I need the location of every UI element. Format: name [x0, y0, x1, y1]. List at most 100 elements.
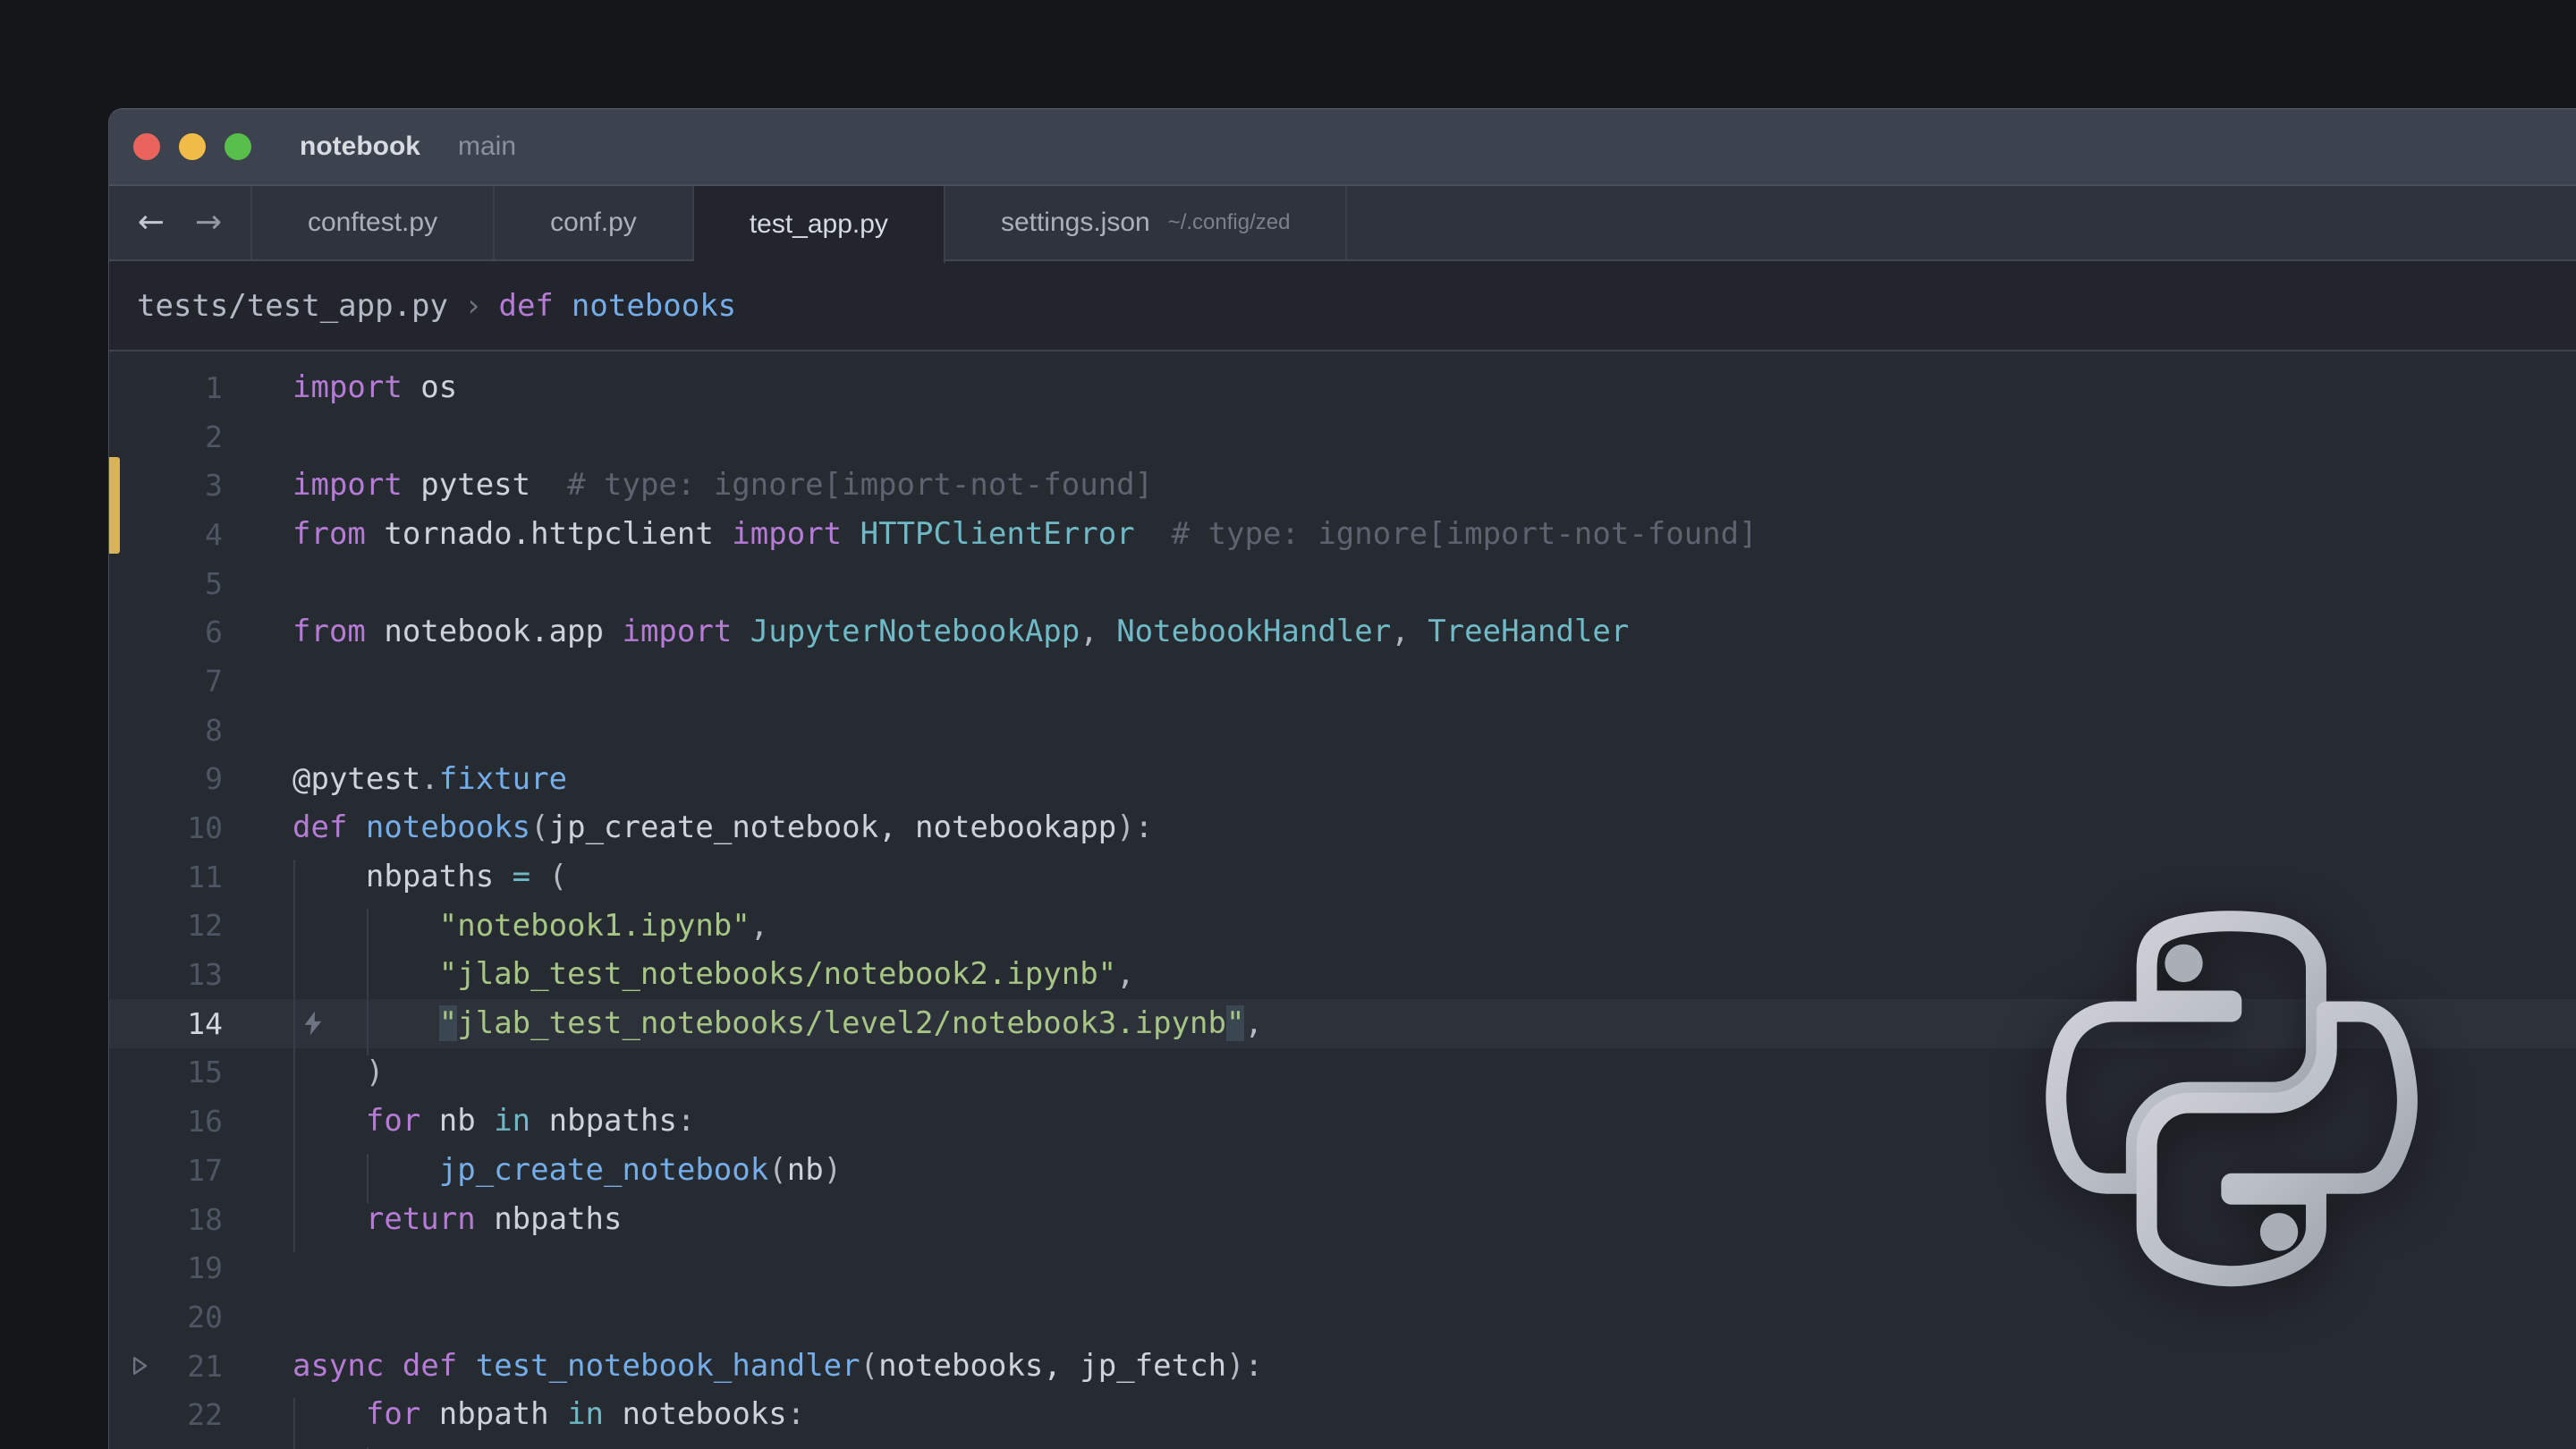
code-token	[292, 1396, 366, 1432]
line-number: 10	[109, 810, 223, 845]
line-number: 4	[109, 517, 223, 552]
code-token	[292, 908, 439, 944]
tabs-container: conftest.pyconf.pytest_app.pysettings.js…	[252, 186, 1347, 259]
code-token: await	[513, 1445, 604, 1449]
git-branch-label[interactable]: main	[458, 131, 516, 162]
code-line[interactable]: 8	[109, 706, 2576, 755]
code-token: nbpath	[420, 1396, 567, 1432]
breadcrumb[interactable]: tests/test_app.py › def notebooks	[109, 261, 2576, 352]
code-token: )	[824, 1152, 842, 1188]
zoom-window-button[interactable]	[225, 133, 251, 160]
code-token: nb	[420, 1103, 494, 1139]
code-action-lightning-icon[interactable]	[299, 1009, 327, 1038]
code-token: )	[1226, 1445, 1244, 1449]
code-text: )	[292, 1048, 384, 1097]
code-line[interactable]: 10def notebooks(jp_create_notebook, note…	[109, 803, 2576, 852]
tab-conftest.py[interactable]: conftest.py	[252, 186, 495, 259]
code-token: ,	[988, 1445, 1006, 1449]
code-token: =	[513, 859, 530, 894]
code-text: nbpaths = (	[292, 852, 567, 902]
code-token: nb	[787, 1152, 824, 1188]
line-number: 3	[109, 468, 223, 503]
tab-conf.py[interactable]: conf.py	[495, 186, 694, 259]
minimize-window-button[interactable]	[179, 133, 206, 160]
python-eye-top	[2165, 945, 2202, 982]
code-token: :	[677, 1103, 695, 1139]
code-token: notebooks	[366, 809, 530, 845]
code-token: notebook.app	[366, 614, 623, 649]
tab-label: conftest.py	[308, 208, 437, 238]
line-number: 11	[109, 860, 223, 894]
close-window-button[interactable]	[133, 133, 160, 160]
code-token: "notebook1.ipynb"	[439, 908, 750, 944]
code-token: # type: ignore[import-not-found]	[530, 467, 1153, 503]
indent-guide	[367, 1154, 369, 1203]
code-line[interactable]: 2	[109, 412, 2576, 462]
code-line[interactable]: 23 r = await jp_fetch("notebooks", path=…	[109, 1439, 2576, 1449]
forward-button[interactable]: →	[195, 207, 222, 239]
code-token: "	[439, 1005, 457, 1041]
traffic-lights	[133, 133, 251, 160]
code-line[interactable]: 5	[109, 559, 2576, 608]
code-token: (	[860, 1348, 878, 1384]
line-number: 2	[109, 419, 223, 454]
code-token: import	[292, 467, 402, 503]
line-number: 16	[109, 1104, 223, 1139]
code-line[interactable]: 4from tornado.httpclient import HTTPClie…	[109, 510, 2576, 559]
code-line[interactable]: 3import pytest # type: ignore[import-not…	[109, 461, 2576, 510]
code-line[interactable]: 22 for nbpath in notebooks:	[109, 1390, 2576, 1439]
code-text: from notebook.app import JupyterNotebook…	[292, 607, 1629, 657]
code-text: "jlab_test_notebooks/level2/notebook3.ip…	[292, 999, 1263, 1048]
code-token: (	[768, 1152, 786, 1188]
project-title[interactable]: notebook	[300, 131, 420, 162]
code-token: (	[768, 1445, 786, 1449]
code-token: NotebookHandler	[1116, 614, 1391, 649]
code-line[interactable]: 9 @pytest.fixture	[109, 755, 2576, 804]
code-token: in	[567, 1396, 604, 1432]
code-token: .	[420, 761, 438, 797]
tab-test_app.py[interactable]: test_app.py	[694, 186, 945, 263]
line-number: 15	[109, 1055, 223, 1089]
code-token: from	[292, 614, 366, 649]
code-token: jlab_test_notebooks/level2/notebook3.ipy…	[457, 1005, 1226, 1041]
git-modified-marker[interactable]	[109, 457, 120, 554]
code-token	[292, 1152, 439, 1188]
code-line[interactable]: 1import os	[109, 363, 2576, 412]
code-token: in	[494, 1103, 530, 1139]
window-titlebar[interactable]: notebook main	[109, 109, 2576, 186]
code-text: @pytest.fixture	[292, 755, 567, 804]
breadcrumb-symbol-name: notebooks	[572, 288, 736, 324]
code-token	[494, 1445, 512, 1449]
code-token: "jlab_test_notebooks/notebook2.ipynb"	[439, 956, 1116, 992]
code-token: jp_fetch	[623, 1445, 769, 1449]
run-test-play-icon[interactable]	[127, 1353, 152, 1378]
code-token: ,	[1080, 614, 1116, 649]
code-token: "notebooks"	[787, 1445, 988, 1449]
code-token: def	[402, 1348, 457, 1384]
python-eye-bottom	[2260, 1213, 2298, 1250]
code-text: import os	[292, 363, 457, 412]
code-token: notebooks, jp_fetch	[878, 1348, 1226, 1384]
code-line[interactable]: 7	[109, 657, 2576, 706]
code-text: jp_create_notebook(nb)	[292, 1146, 842, 1195]
code-token	[530, 859, 548, 894]
breadcrumb-file-path: tests/test_app.py	[137, 288, 448, 324]
code-token: nbpaths	[530, 1103, 677, 1139]
tab-path-suffix: ~/.config/zed	[1168, 210, 1291, 235]
tab-settings.json[interactable]: settings.json~/.config/zed	[945, 186, 1348, 259]
code-token: )	[366, 1055, 384, 1090]
code-token	[384, 1348, 402, 1384]
breadcrumb-symbol-keyword: def	[498, 288, 553, 324]
code-line[interactable]: 6from notebook.app import JupyterNoteboo…	[109, 607, 2576, 657]
code-line[interactable]: 20	[109, 1292, 2576, 1342]
code-line[interactable]: 21async def test_notebook_handler(notebo…	[109, 1342, 2576, 1391]
line-number: 9	[109, 761, 223, 796]
line-number: 17	[109, 1153, 223, 1188]
code-token: notebooks	[604, 1396, 787, 1432]
code-token: import	[622, 614, 732, 649]
code-token	[457, 1348, 475, 1384]
code-text: "notebook1.ipynb",	[292, 902, 768, 951]
back-button[interactable]: ←	[138, 207, 165, 239]
code-editor[interactable]: 1import os23import pytest # type: ignore…	[109, 353, 2576, 1449]
code-token: HTTPClientError	[842, 516, 1135, 552]
